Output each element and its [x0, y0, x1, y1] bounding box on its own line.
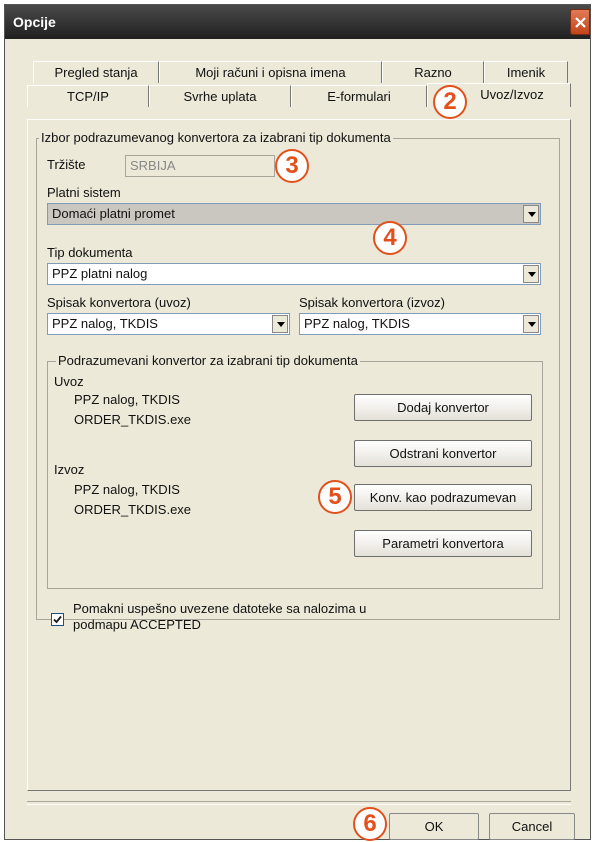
callout-badge-3: 3: [275, 149, 309, 183]
chevron-down-icon[interactable]: [272, 315, 288, 333]
tip-dokumenta-dropdown[interactable]: PPZ platni nalog: [47, 263, 541, 285]
spisak-izvoz-value: PPZ nalog, TKDIS: [304, 316, 410, 331]
dodaj-konvertor-button[interactable]: Dodaj konvertor: [354, 394, 532, 421]
odstrani-konvertor-button[interactable]: Odstrani konvertor: [354, 440, 532, 467]
title-bar: Opcije: [5, 5, 590, 39]
accepted-checkbox[interactable]: [51, 613, 64, 626]
tab-imenik[interactable]: Imenik: [484, 61, 568, 83]
callout-badge-6: 6: [353, 807, 387, 841]
bottom-separator: [27, 801, 571, 805]
izvoz-title: Izvoz: [54, 462, 85, 477]
tab-e-formulari[interactable]: E-formulari: [291, 85, 427, 107]
check-icon: [53, 615, 62, 624]
tab-svrhe-uplata[interactable]: Svrhe uplata: [149, 85, 291, 107]
tab-moji-racuni[interactable]: Moji računi i opisna imena: [159, 61, 382, 83]
platni-sistem-value: Domaći platni promet: [52, 206, 175, 221]
tab-panel-uvoz-izvoz: Izbor podrazumevanog konvertora za izabr…: [27, 119, 571, 791]
izvoz-converter-exe: ORDER_TKDIS.exe: [74, 502, 192, 517]
chevron-down-icon[interactable]: [523, 315, 539, 333]
callout-badge-4: 4: [373, 221, 407, 255]
group-legend-default: Podrazumevani konvertor za izabrani tip …: [56, 353, 360, 368]
tab-tcp-ip[interactable]: TCP/IP: [27, 85, 149, 107]
chevron-down-icon[interactable]: [523, 265, 539, 283]
tip-dokumenta-value: PPZ platni nalog: [52, 266, 148, 281]
callout-badge-2: 2: [433, 85, 467, 119]
izvoz-converter-name: PPZ nalog, TKDIS: [74, 482, 180, 497]
trziste-label: Tržište: [47, 157, 86, 172]
accepted-checkbox-label-line2: podmapu ACCEPTED: [73, 617, 201, 632]
tip-dokumenta-label: Tip dokumenta: [47, 245, 133, 260]
spisak-izvoz-label: Spisak konvertora (izvoz): [299, 295, 445, 310]
close-icon: [575, 17, 586, 28]
spisak-uvoz-label: Spisak konvertora (uvoz): [47, 295, 191, 310]
options-dialog: Opcije Pregled stanja Moji računi i opis…: [4, 4, 591, 841]
platni-sistem-label: Platni sistem: [47, 185, 121, 200]
tab-pregled-stanja[interactable]: Pregled stanja: [33, 61, 159, 83]
spisak-izvoz-dropdown[interactable]: PPZ nalog, TKDIS: [299, 313, 541, 335]
accepted-checkbox-label-line1: Pomakni uspešno uvezene datoteke sa nalo…: [73, 601, 367, 616]
callout-badge-5: 5: [318, 480, 352, 514]
spisak-uvoz-value: PPZ nalog, TKDIS: [52, 316, 158, 331]
converter-selection-group: Izbor podrazumevanog konvertora za izabr…: [36, 130, 560, 632]
parametri-konvertora-button[interactable]: Parametri konvertora: [354, 530, 532, 557]
tab-razno[interactable]: Razno: [382, 61, 484, 83]
uvoz-converter-name: PPZ nalog, TKDIS: [74, 392, 180, 407]
close-button[interactable]: [570, 9, 590, 35]
spisak-uvoz-dropdown[interactable]: PPZ nalog, TKDIS: [47, 313, 290, 335]
window-title: Opcije: [13, 14, 56, 30]
trziste-field: SRBIJA: [125, 155, 275, 177]
group-legend-main: Izbor podrazumevanog konvertora za izabr…: [39, 130, 393, 145]
cancel-button[interactable]: Cancel: [489, 813, 575, 840]
platni-sistem-dropdown[interactable]: Domaći platni promet: [47, 203, 541, 225]
ok-button[interactable]: OK: [389, 813, 479, 840]
chevron-down-icon[interactable]: [523, 205, 539, 223]
uvoz-converter-exe: ORDER_TKDIS.exe: [74, 412, 192, 427]
default-converter-group: Podrazumevani konvertor za izabrani tip …: [47, 353, 543, 589]
uvoz-title: Uvoz: [54, 374, 84, 389]
konv-kao-podrazumevan-button[interactable]: Konv. kao podrazumevan: [354, 484, 532, 511]
